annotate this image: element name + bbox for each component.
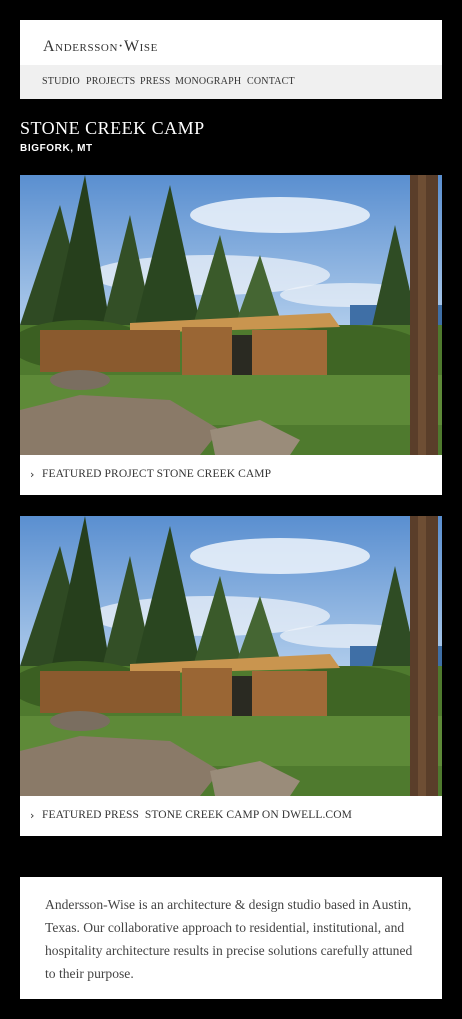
chevron-right-icon: › xyxy=(30,468,35,481)
stone-creek-camp-photo[interactable] xyxy=(20,516,442,796)
nav-press[interactable]: PRESS xyxy=(140,76,170,87)
about-panel: Andersson-Wise is an architecture & desi… xyxy=(20,877,442,999)
chevron-right-icon: › xyxy=(30,809,35,822)
stone-creek-camp-photo[interactable] xyxy=(20,175,442,455)
project-title: STONE CREEK CAMP xyxy=(20,118,205,138)
nav-projects[interactable]: PROJECTS xyxy=(86,76,135,87)
site-logo[interactable]: Andersson·Wise xyxy=(43,38,158,56)
nav-contact[interactable]: CONTACT xyxy=(247,76,295,87)
about-text: Andersson-Wise is an architecture & desi… xyxy=(45,897,413,981)
main-nav: STUDIO PROJECTS PRESS MONOGRAPH CONTACT xyxy=(20,65,442,99)
card-caption[interactable]: › FEATURED PRESS STONE CREEK CAMP ON DWE… xyxy=(20,796,442,836)
project-location: BIGFORK, MT xyxy=(20,143,93,154)
card-caption[interactable]: › FEATURED PROJECT STONE CREEK CAMP xyxy=(20,455,442,495)
nav-monograph[interactable]: MONOGRAPH xyxy=(175,76,241,87)
nav-studio[interactable]: STUDIO xyxy=(42,76,80,87)
caption-text[interactable]: FEATURED PRESS STONE CREEK CAMP ON DWELL… xyxy=(42,809,352,821)
caption-text[interactable]: FEATURED PROJECT STONE CREEK CAMP xyxy=(42,468,271,480)
site-header: Andersson·Wise STUDIO PROJECTS PRESS MON… xyxy=(20,20,442,99)
